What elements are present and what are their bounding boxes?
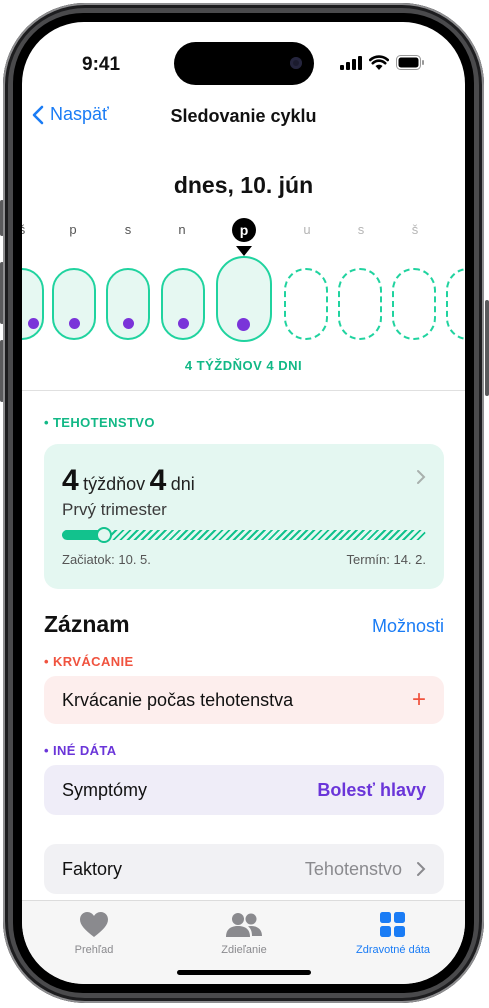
pregnancy-duration: 4 týždňov 4 dni: [62, 464, 195, 498]
pregnancy-card[interactable]: 4 týždňov 4 dni Prvý trimester Začiatok:…: [44, 444, 444, 589]
people-icon: [184, 910, 304, 940]
day-label-2: s: [124, 222, 132, 237]
factors-row[interactable]: Faktory Tehotenstvo: [44, 844, 444, 894]
day-pill-6[interactable]: [338, 268, 382, 340]
day-pill-0[interactable]: [22, 268, 44, 340]
status-time: 9:41: [82, 54, 121, 75]
add-icon[interactable]: +: [412, 686, 426, 714]
display: 9:41 Naspäť Sledovanie cyklu dnes, 10. j: [22, 22, 465, 984]
chevron-right-icon: [417, 862, 426, 876]
symptoms-value: Bolesť hlavy: [317, 779, 426, 800]
symptoms-label: Symptómy: [62, 779, 148, 800]
tab-health-data[interactable]: Zdravotné dáta: [333, 910, 453, 956]
period-dot: [28, 318, 39, 329]
today-pointer-icon: [236, 246, 252, 256]
day-label-7: š: [411, 222, 419, 237]
chevron-right-icon: [416, 468, 426, 491]
date-title: dnes, 10. jún: [173, 172, 314, 198]
tab-health-data-label: Zdravotné dáta: [356, 944, 430, 956]
options-button[interactable]: Možnosti: [372, 616, 444, 637]
wifi-icon: [368, 55, 390, 75]
bleeding-row[interactable]: Krvácanie počas tehotenstva +: [44, 676, 444, 724]
day-pill-3[interactable]: [161, 268, 205, 340]
pregnancy-section-text: TEHOTENSTVO: [52, 415, 155, 430]
day-label-6: s: [357, 222, 365, 237]
bleeding-row-label: Krvácanie počas tehotenstva: [62, 689, 294, 710]
heart-icon: [34, 910, 154, 940]
weeks-value: 4: [62, 464, 79, 497]
days-unit: dni: [170, 474, 195, 494]
other-data-section-label: • INÉ DÁTA: [44, 743, 117, 758]
day-pill-today[interactable]: [216, 256, 272, 342]
progress-bar-remaining: [62, 530, 426, 540]
signal-icon: [340, 56, 362, 75]
page-title: Sledovanie cyklu: [170, 106, 317, 126]
divider: [22, 390, 465, 391]
tab-sharing-label: Zdieľanie: [221, 944, 267, 956]
home-indicator: [177, 970, 311, 975]
tab-sharing[interactable]: Zdieľanie: [184, 910, 304, 956]
day-pill-7[interactable]: [392, 268, 436, 340]
bleeding-section-text: KRVÁCANIE: [52, 654, 134, 669]
bleeding-section-label: • KRVÁCANIE: [44, 654, 134, 669]
period-dot: [123, 318, 134, 329]
tab-summary-label: Prehľad: [74, 944, 114, 956]
pregnancy-week-label: 4 TÝŽDŇOV 4 DNI: [184, 358, 303, 373]
day-pill-1[interactable]: [52, 268, 96, 340]
trimester-label: Prvý trimester: [62, 500, 167, 519]
factors-value-group: Tehotenstvo: [305, 859, 426, 880]
power-button: [485, 300, 489, 396]
period-dot: [178, 318, 189, 329]
period-dot: [69, 318, 80, 329]
day-label-0: š: [22, 222, 26, 237]
day-label-3: n: [178, 222, 186, 237]
day-label-today: p: [232, 218, 256, 242]
progress-knob: [96, 527, 112, 543]
weeks-unit: týždňov: [83, 474, 146, 494]
tab-summary[interactable]: Prehľad: [34, 910, 154, 956]
symptoms-row[interactable]: Symptómy Bolesť hlavy: [44, 765, 444, 815]
grid-icon: [333, 910, 453, 940]
day-pill-5[interactable]: [284, 268, 328, 340]
pregnancy-section-label: • TEHOTENSTVO: [44, 415, 155, 430]
phone-screen: 9:41 Naspäť Sledovanie cyklu dnes, 10. j: [13, 13, 474, 993]
due-date-label: Termín: 14. 2.: [346, 552, 426, 567]
days-value: 4: [149, 464, 167, 497]
battery-icon: [396, 55, 425, 75]
camera-icon: [290, 57, 302, 69]
day-label-1: p: [69, 222, 77, 237]
day-label-5: u: [303, 222, 311, 237]
other-data-section-text: INÉ DÁTA: [52, 743, 117, 758]
day-pill-8[interactable]: [446, 268, 465, 340]
day-pill-2[interactable]: [106, 268, 150, 340]
log-title: Záznam: [44, 611, 130, 637]
factors-value: Tehotenstvo: [304, 858, 402, 879]
period-dot: [237, 318, 250, 331]
start-date-label: Začiatok: 10. 5.: [62, 552, 151, 567]
factors-label: Faktory: [62, 858, 123, 879]
